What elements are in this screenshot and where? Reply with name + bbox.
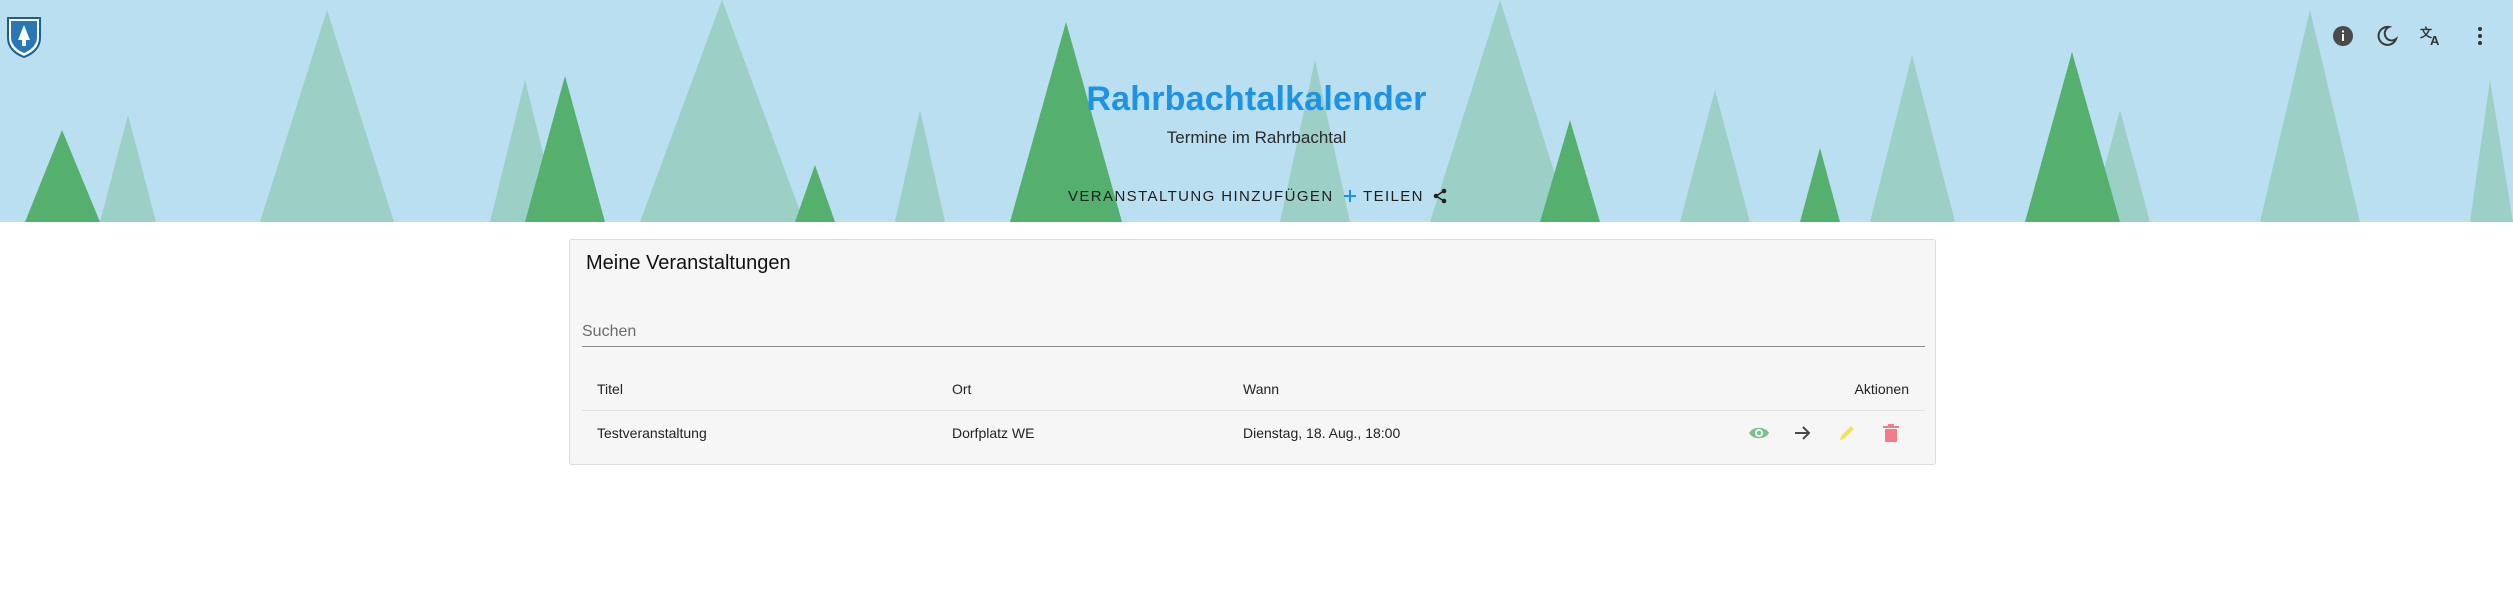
table-header: Titel Ort Wann Aktionen bbox=[582, 368, 1925, 411]
share-button[interactable]: TEILEN bbox=[1363, 182, 1448, 210]
app-subtitle: Termine im Rahrbachtal bbox=[1166, 128, 1347, 147]
translate-icon[interactable]: 文 A bbox=[2417, 22, 2445, 50]
svg-text:A: A bbox=[2430, 33, 2440, 47]
app-title: Rahrbachtalkalender bbox=[1086, 80, 1427, 118]
view-icon[interactable] bbox=[1737, 415, 1781, 451]
more-vert-icon[interactable] bbox=[2466, 22, 2494, 50]
event-location: Dorfplatz WE bbox=[952, 425, 1035, 441]
app-header: Rahrbachtalkalender Termine im Rahrbacht… bbox=[0, 0, 2513, 222]
share-icon bbox=[1432, 188, 1448, 204]
my-events-card: Meine Veranstaltungen Titel Ort Wann Akt… bbox=[569, 239, 1936, 465]
municipality-logo-icon[interactable] bbox=[6, 16, 42, 59]
plus-icon bbox=[1342, 188, 1358, 204]
share-label: TEILEN bbox=[1363, 187, 1424, 205]
arrow-right-icon[interactable] bbox=[1781, 415, 1825, 451]
info-icon[interactable] bbox=[2329, 22, 2357, 50]
add-event-button[interactable]: VERANSTALTUNG HINZUFÜGEN bbox=[1068, 182, 1358, 210]
dark-mode-icon[interactable] bbox=[2373, 22, 2401, 50]
column-header-wann[interactable]: Wann bbox=[1243, 368, 1279, 410]
edit-icon[interactable] bbox=[1825, 415, 1869, 451]
column-header-aktionen: Aktionen bbox=[1854, 381, 1909, 397]
column-header-titel[interactable]: Titel bbox=[597, 368, 623, 410]
add-event-label: VERANSTALTUNG HINZUFÜGEN bbox=[1068, 187, 1334, 205]
search-input[interactable] bbox=[582, 320, 1925, 347]
delete-icon[interactable] bbox=[1869, 415, 1913, 451]
card-title: Meine Veranstaltungen bbox=[586, 252, 791, 274]
row-actions bbox=[1737, 411, 1913, 455]
event-title: Testveranstaltung bbox=[597, 425, 707, 441]
column-header-ort[interactable]: Ort bbox=[952, 368, 971, 410]
table-row: Testveranstaltung Dorfplatz WE Dienstag,… bbox=[582, 411, 1925, 455]
event-date: Dienstag, 18. Aug., 18:00 bbox=[1243, 425, 1401, 441]
